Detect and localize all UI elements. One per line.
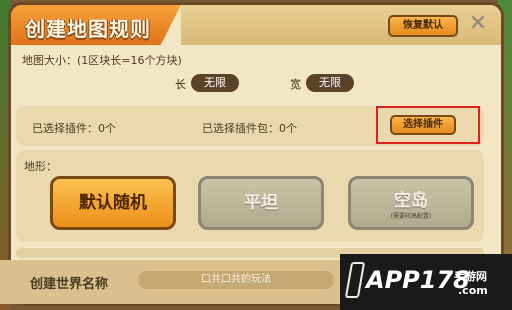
world-name-input[interactable]: 口共口共的玩法 <box>138 271 334 289</box>
terrain-option-label: 平坦 <box>244 193 278 213</box>
length-label: 长 <box>175 78 186 91</box>
annotation-highlight-box <box>376 106 480 144</box>
dialog-title: 创建地图规则 <box>25 17 151 41</box>
watermark-domain-text: .com <box>458 284 488 297</box>
length-value-field[interactable]: 无限 <box>191 74 239 92</box>
terrain-option-sky-island[interactable]: 空岛 (需要较高配置) <box>348 176 474 230</box>
close-icon[interactable]: ✕ <box>466 13 490 37</box>
terrain-option-default-random[interactable]: 默认随机 <box>50 176 176 230</box>
terrain-option-note: (需要较高配置) <box>390 213 432 220</box>
watermark-sub-text: 手游网 <box>454 270 487 283</box>
terrain-title: 地形： <box>24 160 57 173</box>
world-name-label: 创建世界名称 <box>30 277 109 292</box>
selected-plugin-packs-count: 已选择插件包：0个 <box>202 122 297 135</box>
terrain-option-label: 空岛 <box>394 191 428 211</box>
map-size-description: 地图大小：(1区块长=16个方块) <box>22 54 182 67</box>
terrain-option-flat[interactable]: 平坦 <box>198 176 324 230</box>
restore-default-button[interactable]: 恢复默认 <box>388 15 458 37</box>
width-label: 宽 <box>290 78 301 91</box>
width-value-field[interactable]: 无限 <box>306 74 354 92</box>
terrain-option-label: 默认随机 <box>79 193 147 213</box>
selected-plugins-count: 已选择插件：0个 <box>32 122 116 135</box>
